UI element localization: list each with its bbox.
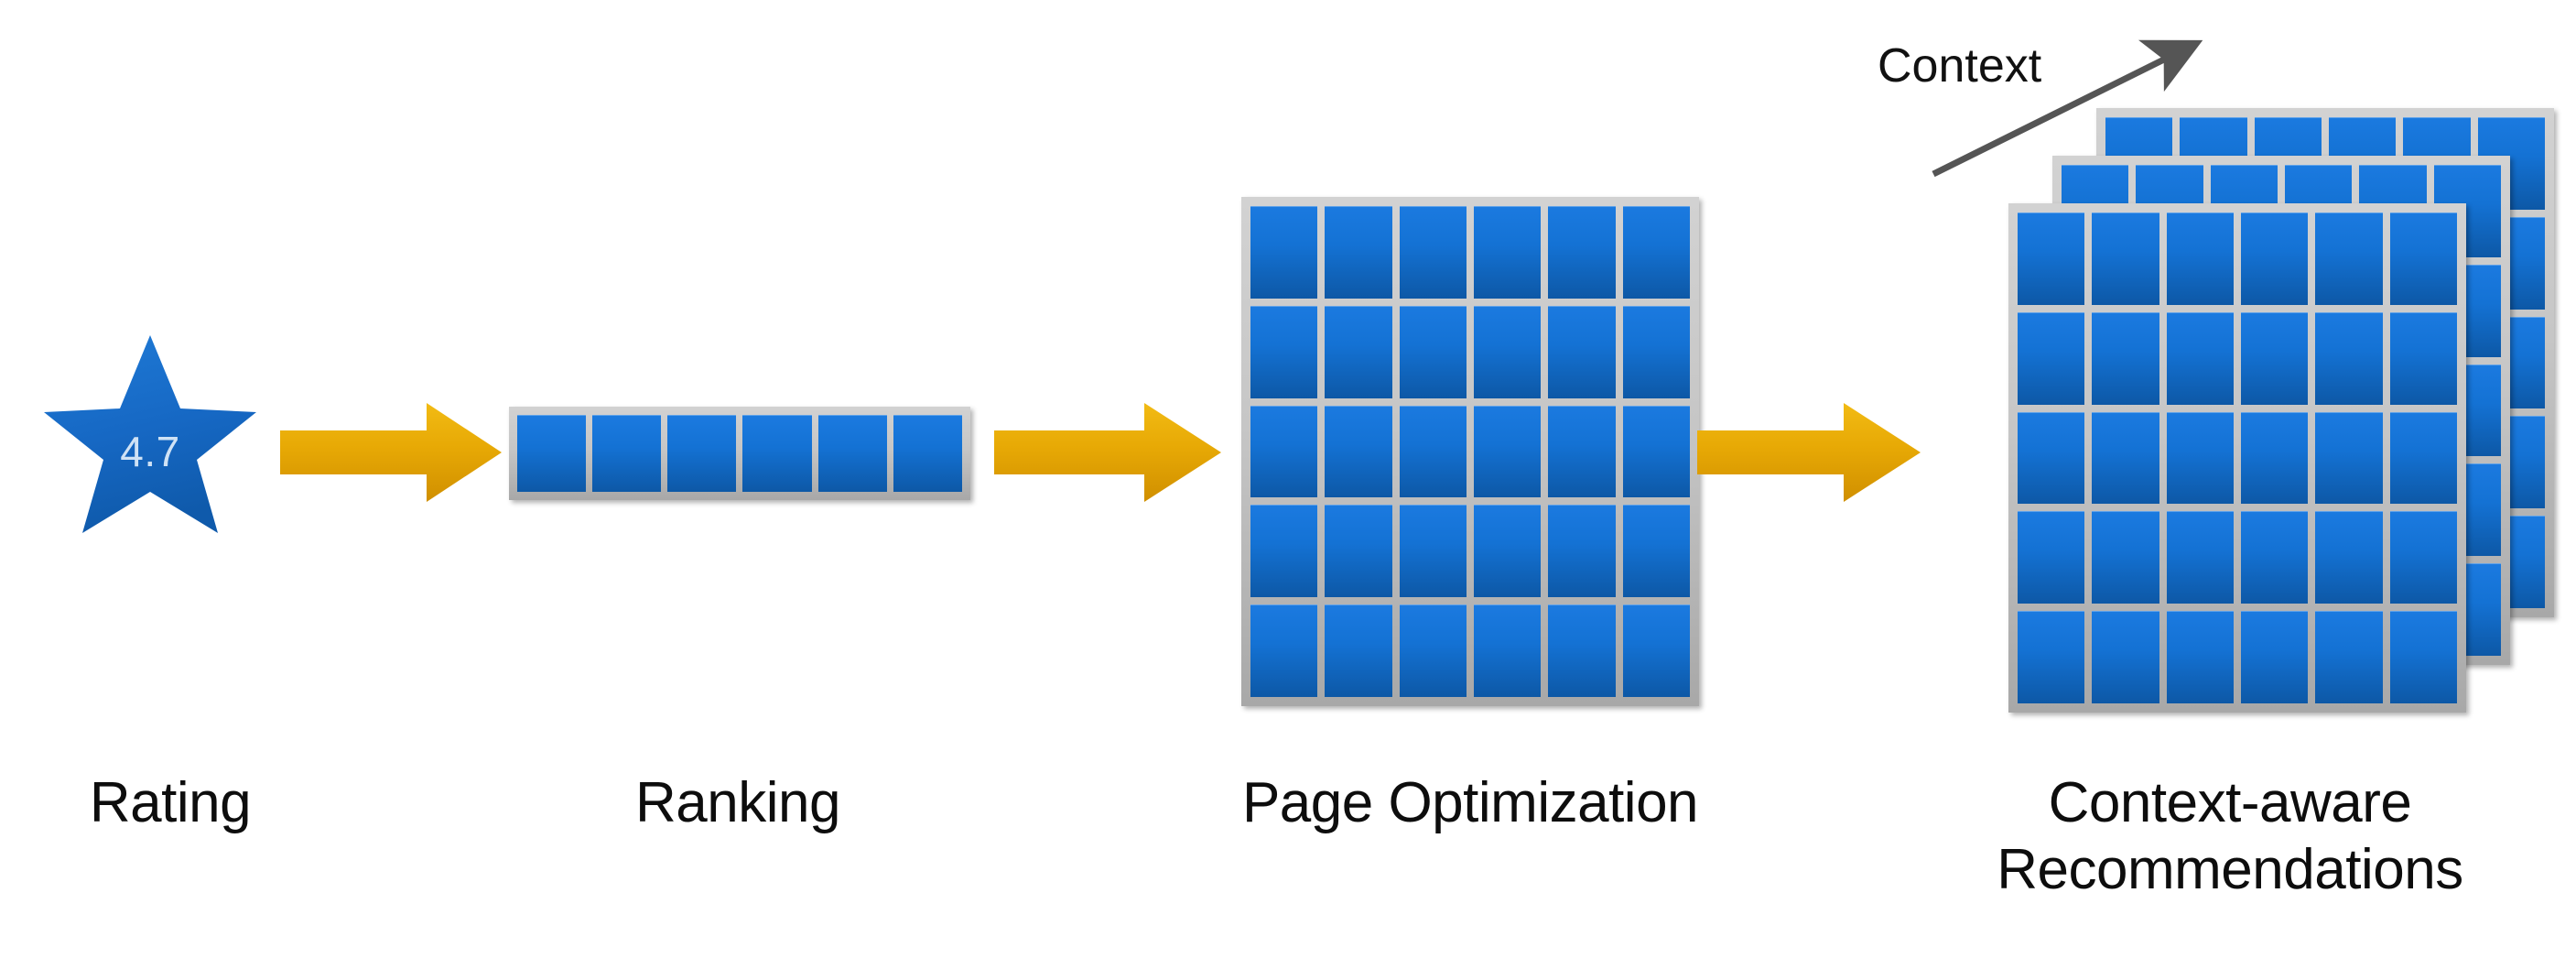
block-arrow-right-icon (1697, 403, 1921, 502)
page-optimization-cell (1325, 604, 1392, 697)
diagonal-up-right-arrow-icon (1932, 39, 2203, 178)
recommendation-cell (2241, 511, 2309, 604)
page-optimization-cell (1325, 305, 1392, 398)
recommendation-cell (2241, 311, 2309, 405)
page-optimization-cell (1250, 604, 1318, 697)
page-optimization-cell (1325, 206, 1392, 299)
page-optimization-cell (1399, 405, 1467, 498)
page-optimization-cell (1548, 405, 1616, 498)
recommendation-cell (2166, 212, 2234, 305)
page-optimization-cell (1548, 305, 1616, 398)
recommendation-cell (2018, 411, 2085, 505)
recommendation-cell (2018, 212, 2085, 305)
recommendation-cell (2389, 311, 2457, 405)
recommendation-cell (2315, 511, 2383, 604)
page-optimization-cell (1474, 305, 1542, 398)
caption-rating: Rating (89, 771, 252, 834)
recommendation-cell (2315, 212, 2383, 305)
recommendation-cell (2166, 611, 2234, 703)
page-optimization-cell (1474, 206, 1542, 299)
recommendation-cell (2092, 212, 2159, 305)
recommendations-panel-layer-1 (2008, 203, 2466, 713)
page-optimization-cell (1325, 405, 1392, 498)
recommendation-cell (2241, 611, 2309, 703)
rating-value: 4.7 (120, 428, 180, 475)
rating-star-shape: 4.7 (44, 332, 256, 535)
recommendation-cell (2166, 311, 2234, 405)
recommendation-cell (2389, 411, 2457, 505)
recommendation-cell (2166, 411, 2234, 505)
recommendation-cell (2389, 611, 2457, 703)
caption-page-optimization: Page Optimization (1241, 771, 1699, 834)
recommendation-cell (2315, 411, 2383, 505)
ranking-cell (667, 415, 737, 492)
recommendation-cell (2092, 511, 2159, 604)
page-optimization-cell (1399, 206, 1467, 299)
page-optimization-panel (1241, 197, 1699, 706)
ranking-cell (517, 415, 587, 492)
page-optimization-cell (1622, 405, 1690, 498)
recommendation-cell (2389, 511, 2457, 604)
recommendation-cell (2315, 311, 2383, 405)
page-optimization-cell (1250, 405, 1318, 498)
diagram-canvas: 4.7 Context Rating Ranking Page Optimiza… (0, 0, 2576, 969)
ranking-cell (817, 415, 887, 492)
ranking-cell (742, 415, 812, 492)
page-optimization-cell (1548, 206, 1616, 299)
arrow-rating-to-ranking (280, 403, 502, 502)
page-optimization-cell (1474, 505, 1542, 598)
page-optimization-cell (1548, 604, 1616, 697)
page-optimization-cell (1622, 604, 1690, 697)
page-optimization-cell (1250, 206, 1318, 299)
page-optimization-cell (1622, 305, 1690, 398)
page-optimization-cell (1250, 505, 1318, 598)
page-optimization-cell (1622, 505, 1690, 598)
page-optimization-cell (1399, 305, 1467, 398)
recommendation-cell (2018, 311, 2085, 405)
recommendation-cell (2092, 411, 2159, 505)
ranking-cell (592, 415, 662, 492)
page-optimization-cell (1250, 305, 1318, 398)
page-optimization-cell (1474, 405, 1542, 498)
page-optimization-cell (1548, 505, 1616, 598)
caption-context-aware-recommendations: Context-aware Recommendations (1997, 771, 2463, 902)
arrow-ranking-to-page-optimization (994, 403, 1221, 502)
caption-ranking: Ranking (635, 771, 840, 834)
recommendation-cell (2389, 212, 2457, 305)
ranking-bar-panel (509, 407, 970, 500)
page-optimization-cell (1399, 505, 1467, 598)
recommendation-cell (2018, 611, 2085, 703)
block-arrow-right-icon (280, 403, 502, 502)
page-optimization-cell (1325, 505, 1392, 598)
block-arrow-right-icon (994, 403, 1221, 502)
ranking-cell (893, 415, 962, 492)
recommendation-cell (2241, 411, 2309, 505)
recommendation-cell (2315, 611, 2383, 703)
page-optimization-cell (1474, 604, 1542, 697)
recommendation-cell (2092, 611, 2159, 703)
arrow-page-optimization-to-recommendations (1697, 403, 1921, 502)
recommendation-cell (2092, 311, 2159, 405)
page-optimization-cell (1399, 604, 1467, 697)
recommendation-cell (2166, 511, 2234, 604)
recommendation-cell (2018, 511, 2085, 604)
page-optimization-cell (1622, 206, 1690, 299)
recommendation-cell (2241, 212, 2309, 305)
